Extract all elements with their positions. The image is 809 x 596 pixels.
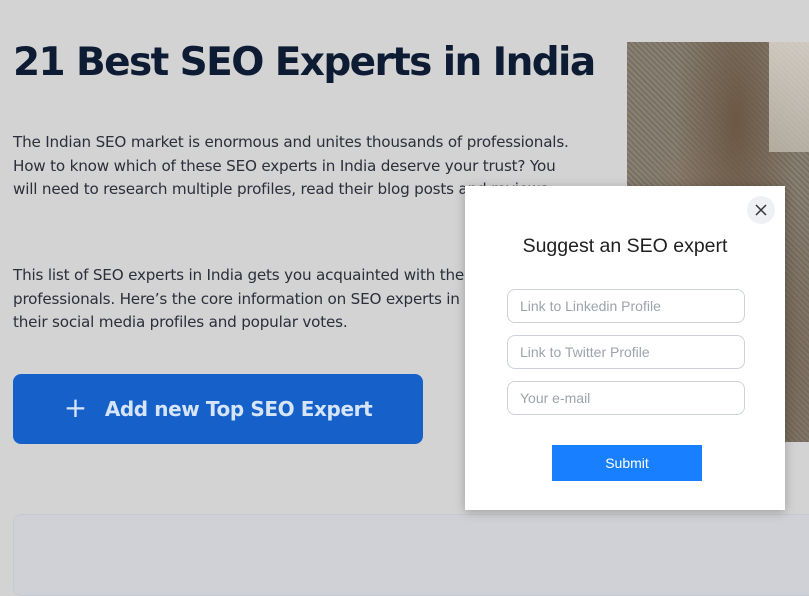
add-expert-button[interactable]: + Add new Top SEO Expert — [13, 374, 423, 444]
expert-list-card — [13, 514, 809, 596]
plus-icon: + — [63, 391, 87, 424]
close-button[interactable] — [747, 196, 775, 224]
submit-button[interactable]: Submit — [552, 445, 702, 481]
close-icon — [755, 204, 767, 216]
hero-image-highlight — [769, 42, 809, 152]
linkedin-input[interactable] — [507, 289, 745, 323]
twitter-input[interactable] — [507, 335, 745, 369]
email-input[interactable] — [507, 381, 745, 415]
suggest-expert-modal: Suggest an SEO expert Submit — [465, 186, 785, 510]
page-title: 21 Best SEO Experts in India — [13, 40, 596, 85]
page: 21 Best SEO Experts in India The Indian … — [0, 0, 809, 596]
modal-title: Suggest an SEO expert — [522, 235, 728, 257]
add-expert-label: Add new Top SEO Expert — [104, 397, 373, 421]
